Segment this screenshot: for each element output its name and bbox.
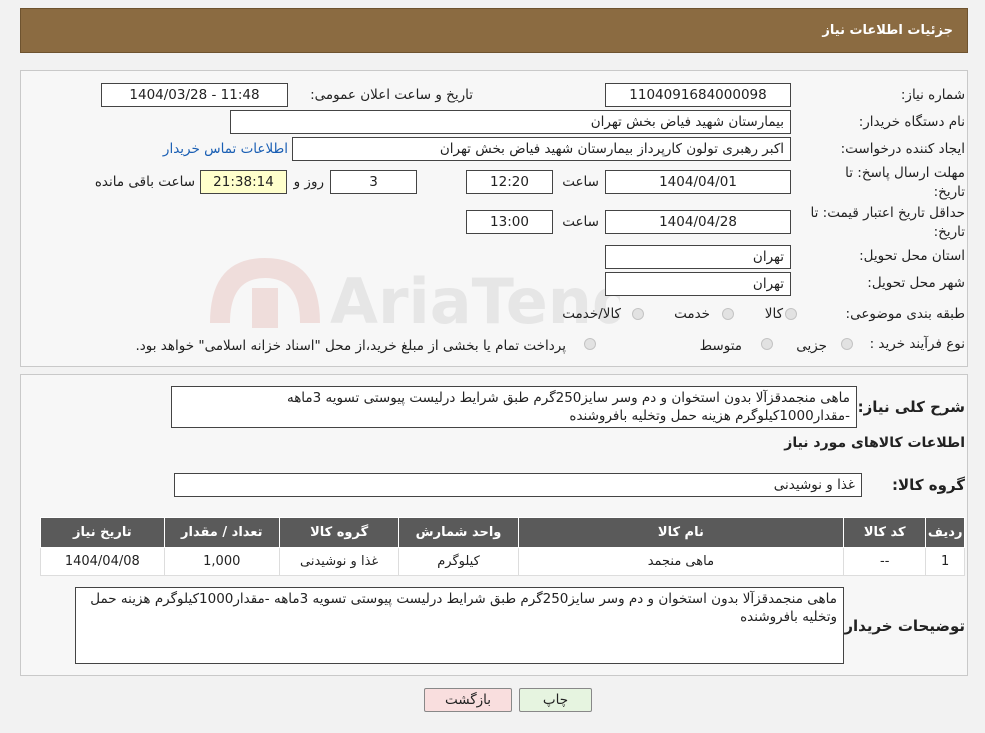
province-field: تهران [605,245,791,269]
description-text: ماهی منجمدقزآلا بدون استخوان و دم وسر سا… [286,390,850,424]
process-checkbox-treasury[interactable] [584,338,596,350]
watermark-text: AriaTender.neT [330,265,620,338]
col-unit: واحد شمارش [398,517,519,548]
cell-code: -- [843,547,927,576]
category-radio-goods[interactable] [785,308,797,320]
creator-field: اکبر رهبری تولون کارپرداز بیمارستان شهید… [292,137,791,161]
city-label: شهر محل تحویل: [867,275,965,291]
buyer-notes-label: توضیحات خریدار: [838,617,965,635]
creator-label: ایجاد کننده درخواست: [840,141,965,157]
watermark: AriaTender.neT [200,238,852,348]
buyer-org-label: نام دستگاه خریدار: [858,114,965,130]
buyer-org-field: بیمارستان شهید فیاض بخش تهران [230,110,791,134]
description-label: شرح کلی نیاز: [857,398,965,416]
process-option-medium: متوسط [699,338,742,354]
city-field: تهران [605,272,791,296]
col-code: کد کالا [843,517,927,548]
validity-label-date: تاریخ: [933,224,965,240]
days-field: 3 [330,170,417,194]
goods-group-label: گروه کالا: [892,476,965,494]
cell-unit: کیلوگرم [398,547,519,576]
category-option-service: خدمت [674,306,710,322]
col-quantity: تعداد / مقدار [163,517,280,548]
process-radio-partial[interactable] [841,338,853,350]
table-header-row: ردیف کد کالا نام کالا واحد شمارش گروه کا… [40,517,965,548]
province-label: استان محل تحویل: [859,248,965,264]
cell-group: غذا و نوشیدنی [278,547,400,576]
process-radio-medium[interactable] [761,338,773,350]
deadline-time-label: ساعت [562,174,599,190]
page-title: جزئیات اطلاعات نیاز [822,23,953,38]
process-label: نوع فرآیند خرید : [869,336,965,352]
buyer-contact-link[interactable]: اطلاعات تماس خریدار [163,141,288,157]
watermark-logo-icon: AriaTender.neT [210,258,852,338]
category-option-goods-service: کالا/خدمت [562,306,621,322]
cell-name: ماهی منجمد [517,547,845,576]
cell-quantity: 1,000 [163,547,280,576]
category-radio-service[interactable] [722,308,734,320]
buyer-notes-text: ماهی منجمدقزآلا بدون استخوان و دم وسر سا… [90,591,837,625]
category-label: طبقه بندی موضوعی: [845,306,965,322]
announce-field: 1404/03/28 - 11:48 [101,83,288,107]
validity-date-field: 1404/04/28 [605,210,791,234]
description-textarea[interactable]: ماهی منجمدقزآلا بدون استخوان و دم وسر سا… [171,386,857,428]
category-radio-goods-service[interactable] [632,308,644,320]
days-label: روز و [293,174,324,190]
process-note: پرداخت تمام یا بخشی از مبلغ خرید،از محل … [135,338,566,354]
goods-group-field: غذا و نوشیدنی [174,473,862,497]
back-button[interactable]: بازگشت [424,688,512,712]
cell-row: 1 [925,547,965,576]
table-row: 1 -- ماهی منجمد کیلوگرم غذا و نوشیدنی 1,… [40,547,965,576]
remaining-label: ساعت باقی مانده [94,174,195,190]
deadline-time-field: 12:20 [466,170,553,194]
need-number-field: 1104091684000098 [605,83,791,107]
deadline-label-date: تاریخ: [933,184,965,200]
col-need-date: تاریخ نیاز [40,517,165,548]
cell-need-date: 1404/04/08 [40,547,165,576]
col-name: نام کالا [517,517,845,548]
goods-info-title: اطلاعات کالاهای مورد نیاز [784,435,965,451]
need-number-label: شماره نیاز: [900,87,965,103]
remaining-time-field: 21:38:14 [200,170,287,194]
items-table: ردیف کد کالا نام کالا واحد شمارش گروه کا… [40,517,965,576]
validity-label: حداقل تاریخ اعتبار قیمت: تا [810,205,965,221]
deadline-date-field: 1404/04/01 [605,170,791,194]
col-row: ردیف [925,517,965,548]
validity-time-field: 13:00 [466,210,553,234]
process-option-partial: جزیی [796,338,827,354]
announce-label: تاریخ و ساعت اعلان عمومی: [310,87,473,103]
category-option-goods: کالا [764,306,783,322]
page-header: جزئیات اطلاعات نیاز [20,8,968,53]
print-button[interactable]: چاپ [519,688,592,712]
deadline-label: مهلت ارسال پاسخ: تا [845,165,965,181]
col-group: گروه کالا [278,517,400,548]
buyer-notes-textarea[interactable]: ماهی منجمدقزآلا بدون استخوان و دم وسر سا… [75,587,844,664]
validity-time-label: ساعت [562,214,599,230]
